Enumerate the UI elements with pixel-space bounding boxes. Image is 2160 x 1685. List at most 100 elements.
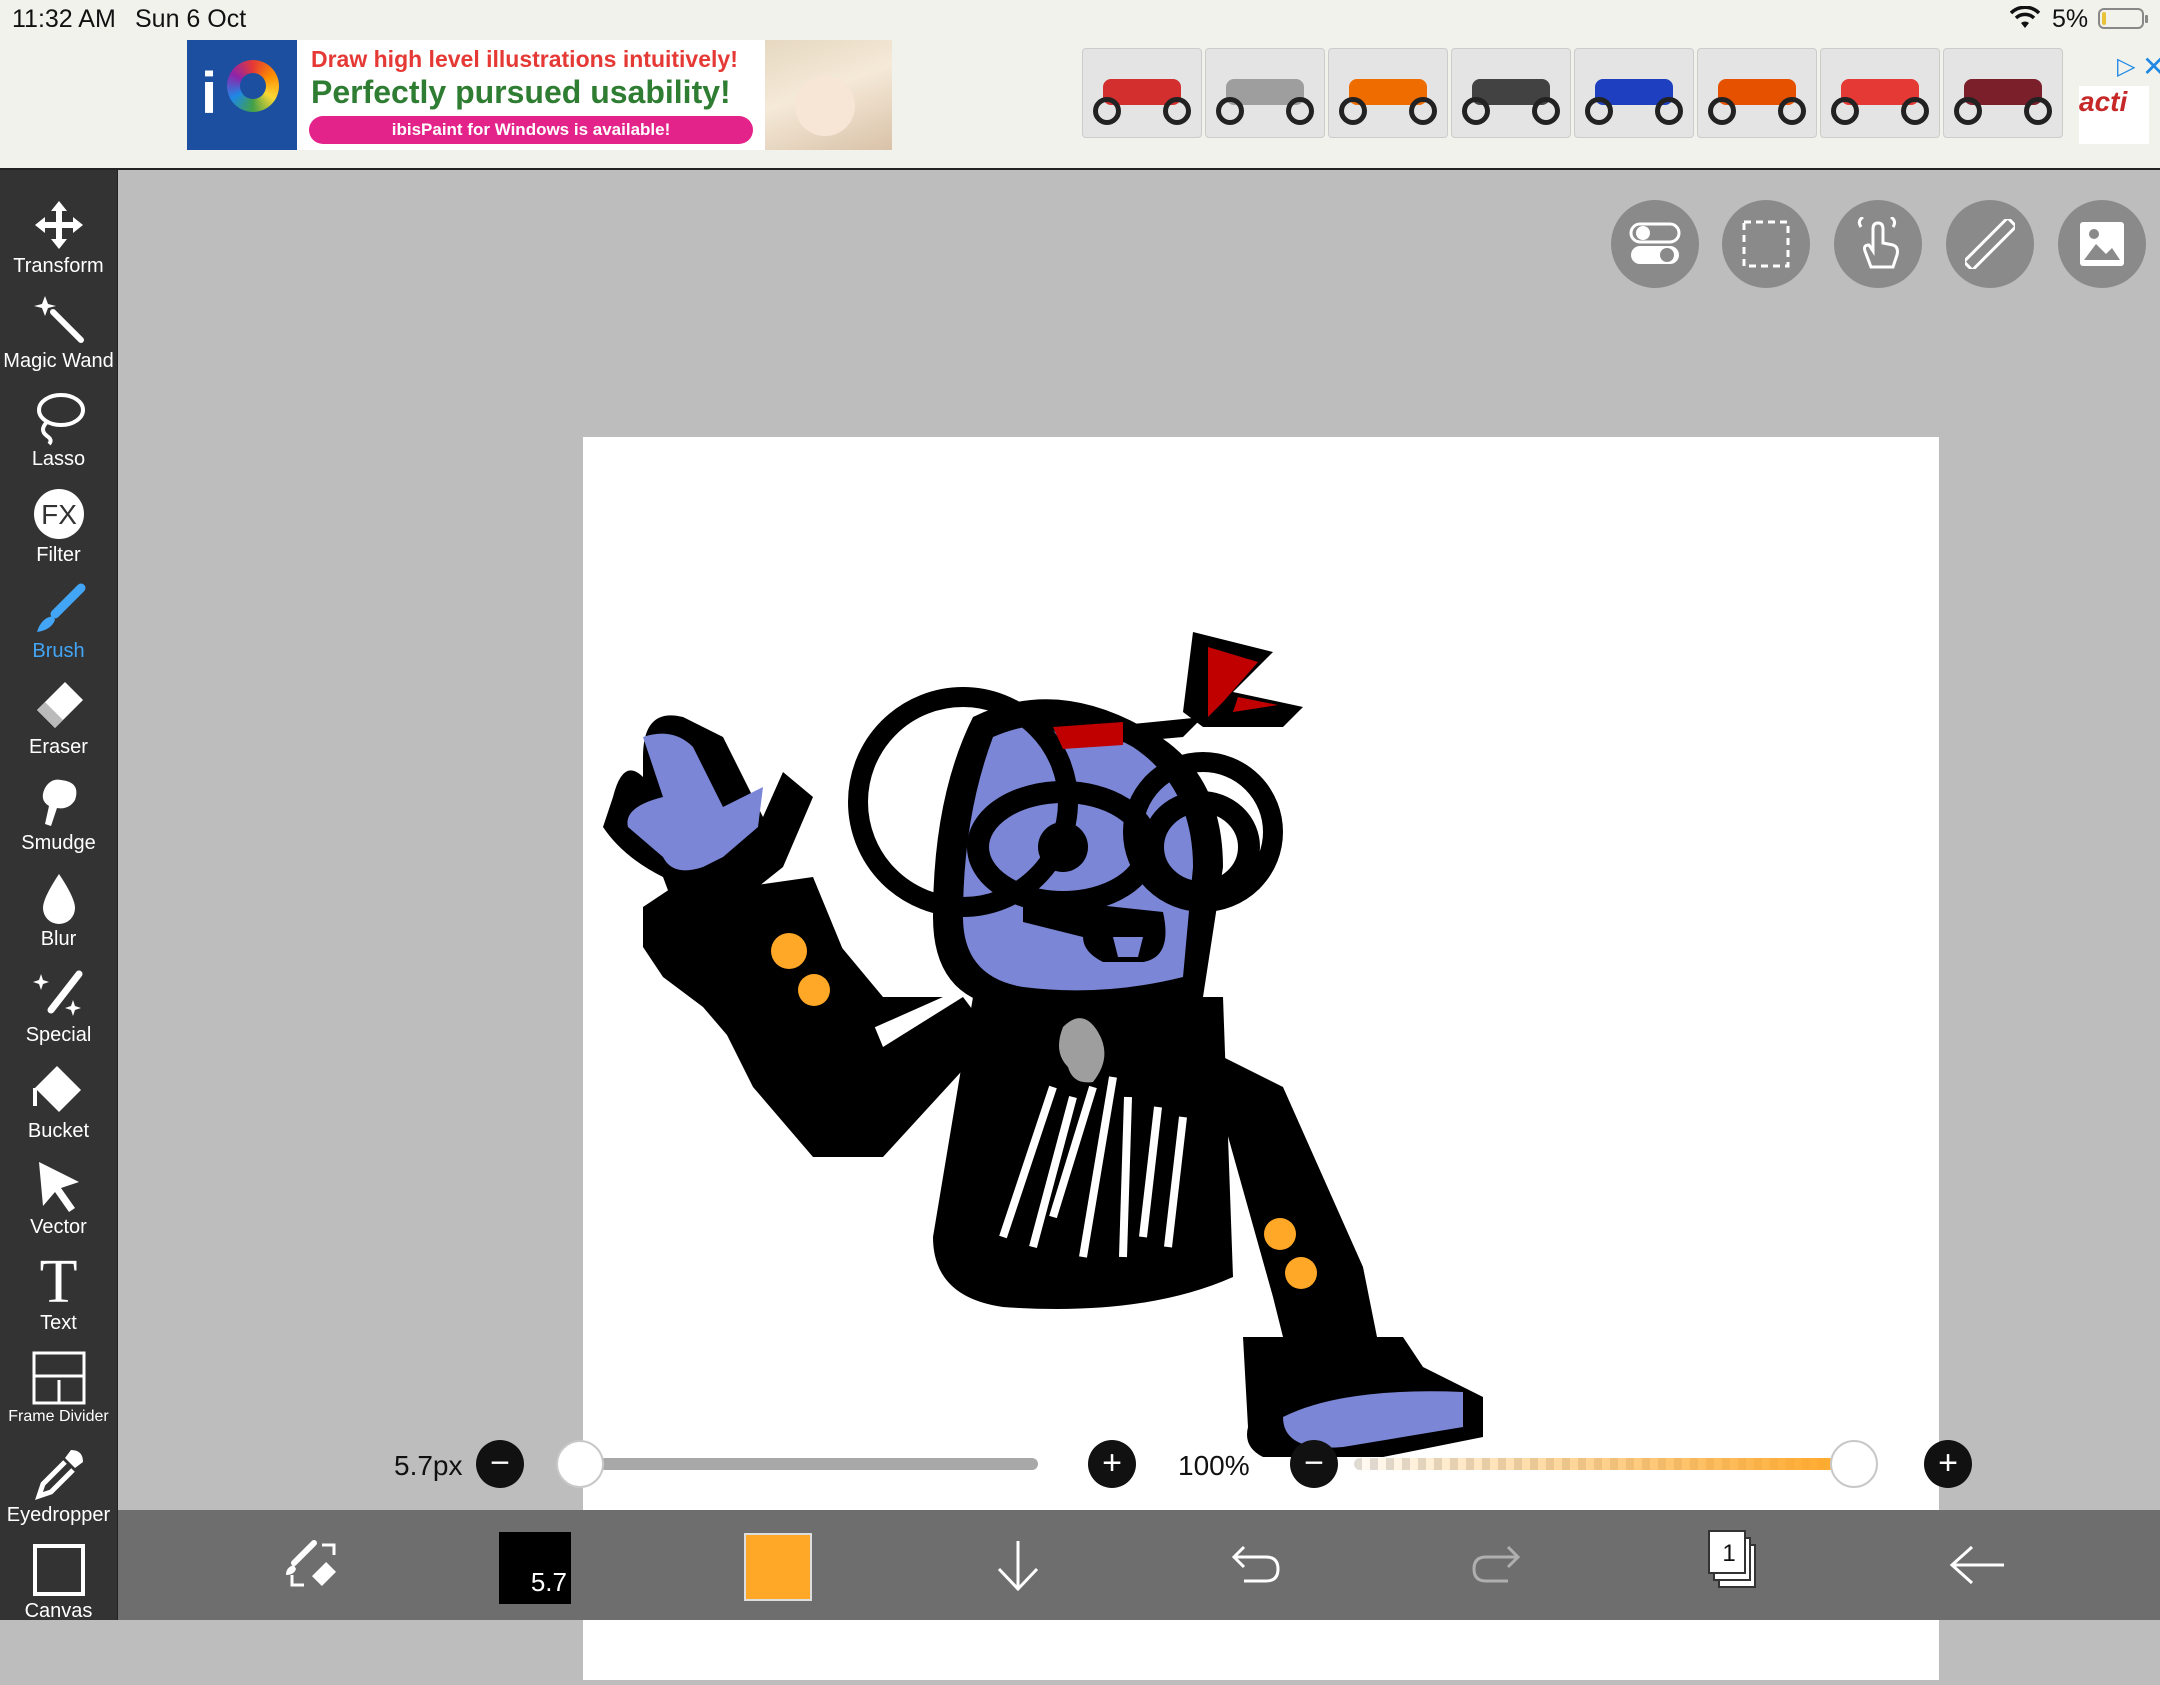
tool-label: Blur — [40, 928, 77, 950]
status-bar: 11:32 AM Sun 6 Oct 5% — [0, 0, 2160, 38]
hand-pointer-icon — [1857, 217, 1899, 269]
ad-banner[interactable]: i Draw high level illustrations intuitiv… — [0, 38, 2160, 170]
canvas-icon — [0, 1540, 117, 1600]
tool-label: Magic Wand — [3, 350, 114, 372]
tool-smudge[interactable]: Smudge — [0, 772, 117, 868]
brush-size-slider[interactable] — [570, 1458, 1038, 1470]
reference-image-button[interactable] — [2058, 200, 2146, 288]
tool-label: Special — [25, 1024, 92, 1046]
tool-eyedropper[interactable]: Eyedropper — [0, 1444, 117, 1540]
tool-frame-divider[interactable]: Frame Divider — [0, 1348, 117, 1444]
brush-size-badge: 5.7 — [530, 1567, 567, 1597]
redo-button[interactable] — [1456, 1510, 1536, 1620]
layers-button[interactable]: 1 — [1708, 1530, 1758, 1590]
motorcycle-thumbnail[interactable] — [1451, 48, 1571, 138]
ruler-icon — [1965, 219, 2015, 269]
motorcycle-thumbnail[interactable] — [1820, 48, 1940, 138]
special-icon — [0, 964, 117, 1024]
ad-pill: ibisPaint for Windows is available! — [309, 116, 753, 144]
opacity-slider[interactable] — [1354, 1458, 1854, 1470]
tool-transform[interactable]: Transform — [0, 195, 117, 291]
tool-text[interactable]: T Text — [0, 1248, 117, 1348]
gesture-button[interactable] — [1834, 200, 1922, 288]
tool-brush[interactable]: Brush — [0, 580, 117, 676]
motorcycle-ad[interactable]: acti ▷ ✕ — [1082, 48, 2160, 148]
tool-label: Text — [40, 1312, 77, 1334]
tool-label: Transform — [13, 255, 104, 277]
tool-magic-wand[interactable]: Magic Wand — [0, 290, 117, 386]
selection-layer-button[interactable] — [1722, 200, 1810, 288]
ibispaint-ad[interactable]: i Draw high level illustrations intuitiv… — [187, 40, 892, 150]
ad-brand-logo[interactable]: acti — [2079, 86, 2149, 144]
tool-label: Smudge — [21, 832, 96, 854]
tool-canvas[interactable]: Canvas — [0, 1540, 117, 1636]
tool-label: Filter — [36, 544, 81, 566]
tool-filter[interactable]: FX Filter — [0, 484, 117, 580]
tool-label: Bucket — [27, 1120, 90, 1142]
tool-vector[interactable]: Vector — [0, 1156, 117, 1252]
eraser-icon — [0, 676, 117, 736]
opacity-decrease-button[interactable]: − — [1290, 1440, 1338, 1488]
motorcycle-thumbnail[interactable] — [1205, 48, 1325, 138]
tool-label: Vector — [30, 1216, 87, 1238]
motorcycle-thumbnail[interactable] — [1082, 48, 1202, 138]
lasso-icon — [0, 388, 117, 448]
size-increase-button[interactable]: + — [1088, 1440, 1136, 1488]
selection-icon — [1742, 220, 1790, 268]
ruler-button[interactable] — [1946, 200, 2034, 288]
brush-icon — [0, 580, 117, 640]
canvas-workspace[interactable] — [118, 170, 2160, 1680]
tool-bucket[interactable]: Bucket — [0, 1060, 117, 1156]
motorcycle-thumbnail[interactable] — [1574, 48, 1694, 138]
motorcycle-thumbnail[interactable] — [1697, 48, 1817, 138]
svg-text:FX: FX — [41, 499, 77, 530]
tool-label: Lasso — [31, 448, 86, 470]
arrow-down-icon — [997, 1541, 1039, 1592]
vector-icon — [0, 1156, 117, 1216]
opacity-label: 100% — [1178, 1450, 1250, 1481]
opacity-knob[interactable] — [1830, 1440, 1878, 1488]
color-picker-button[interactable] — [744, 1533, 812, 1601]
opacity-increase-button[interactable]: + — [1924, 1440, 1972, 1488]
ad-choices-icon[interactable]: ▷ — [2117, 52, 2135, 81]
tool-lasso[interactable]: Lasso — [0, 388, 117, 484]
motorcycle-thumbnail[interactable] — [1943, 48, 2063, 138]
toggle-panel-button[interactable] — [1611, 200, 1699, 288]
toggle-icon — [1629, 222, 1681, 264]
size-decrease-button[interactable]: − — [476, 1440, 524, 1488]
bottom-toolbar: 5.7 1 — [118, 1510, 2160, 1620]
status-time: 11:32 AM — [12, 5, 116, 33]
brush-size-label: 5.7px — [394, 1450, 463, 1481]
tool-palette: Transform Magic Wand Lasso FX Filter Bru… — [0, 170, 118, 1622]
ad-close-icon[interactable]: ✕ — [2142, 50, 2160, 83]
tool-label: Frame Divider — [8, 1408, 109, 1425]
move-down-button[interactable] — [978, 1510, 1058, 1620]
brush-eraser-swap-icon — [286, 1540, 337, 1587]
text-icon: T — [39, 1248, 78, 1316]
transform-icon — [0, 195, 117, 255]
tool-label: Eyedropper — [6, 1504, 111, 1526]
ad-headline: Draw high level illustrations intuitivel… — [311, 46, 738, 72]
ad-character-image — [765, 40, 892, 150]
undo-button[interactable] — [1216, 1510, 1296, 1620]
brush-preview-button[interactable]: 5.7 — [499, 1532, 571, 1604]
tool-eraser[interactable]: Eraser — [0, 676, 117, 772]
battery-percent: 5% — [2052, 5, 2089, 33]
eyedropper-icon — [0, 1444, 117, 1504]
magic-wand-icon — [0, 290, 117, 350]
image-icon — [2080, 222, 2124, 266]
brush-size-knob[interactable] — [556, 1440, 604, 1488]
ad-subheadline: Perfectly pursued usability! — [311, 74, 731, 110]
frame-divider-icon — [0, 1348, 117, 1408]
tool-label: Brush — [32, 640, 85, 662]
smudge-icon — [0, 772, 117, 832]
battery-icon — [2098, 8, 2148, 29]
tool-special[interactable]: Special — [0, 964, 117, 1060]
bucket-icon — [0, 1060, 117, 1120]
back-button[interactable] — [1938, 1510, 2018, 1620]
tool-blur[interactable]: Blur — [0, 868, 117, 964]
motorcycle-thumbnail[interactable] — [1328, 48, 1448, 138]
wifi-icon — [2009, 5, 2041, 37]
tool-swap-button[interactable] — [268, 1510, 360, 1620]
brush-sliders: 5.7px − + 100% − + — [380, 1432, 1980, 1496]
